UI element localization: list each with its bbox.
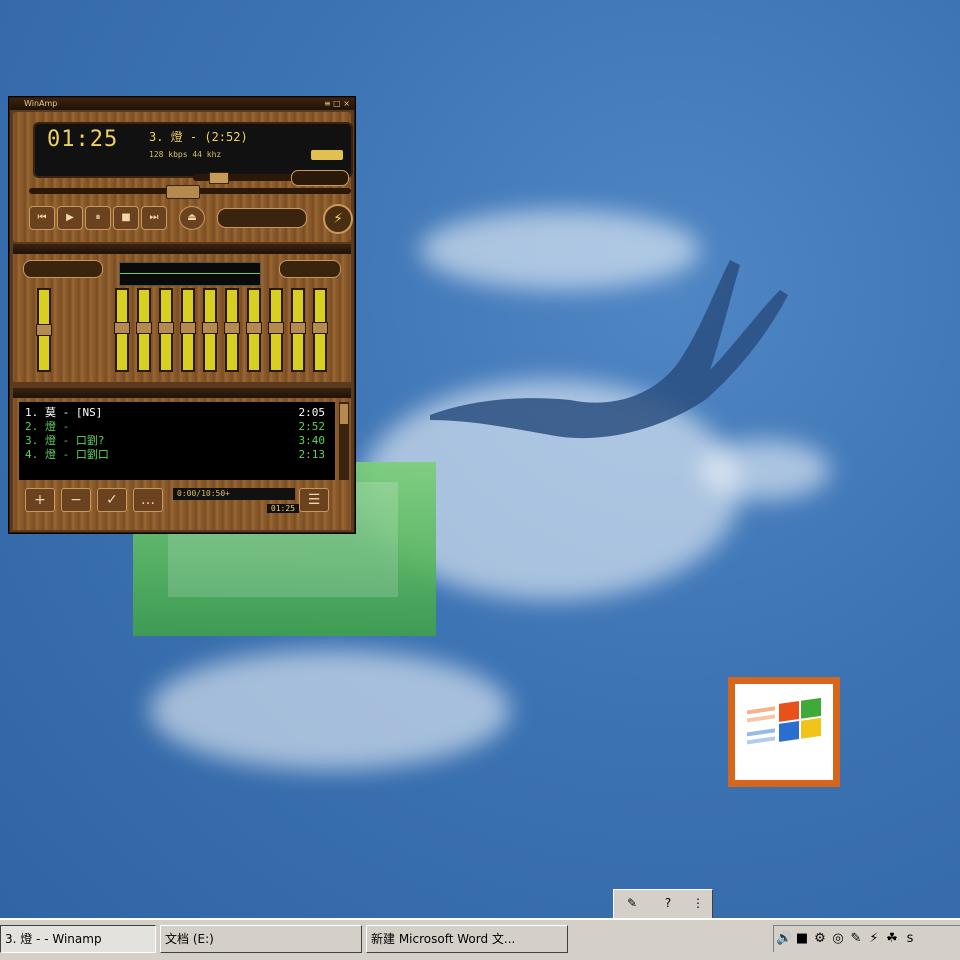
playlist-item-dur: 3:40	[298, 434, 326, 447]
playlist-item-title: 燈 -	[45, 420, 70, 433]
seek-knob[interactable]	[166, 185, 200, 199]
taskbar-button-explorer[interactable]: 文档 (E:)	[160, 925, 362, 953]
eq-band-slider[interactable]	[290, 288, 306, 372]
playlist-item-title: 燈 - 口劉?	[45, 434, 105, 447]
winamp-main-panel: 01:25 3. 燈 - (2:52) 128 kbps 44 khz ⏮ ▶ …	[13, 112, 353, 242]
tray-icon[interactable]: ⚡	[866, 926, 882, 952]
taskbar-button-winamp[interactable]: 3. 燈 - - Winamp	[0, 925, 156, 953]
stop-button[interactable]: ■	[113, 206, 139, 230]
bitrate-info: 128 kbps 44 khz	[149, 150, 222, 159]
pause-button[interactable]: ⏸	[85, 206, 111, 230]
playlist-item-dur: 2:13	[298, 448, 326, 461]
window-controls-icon[interactable]: ≡ □ ×	[324, 98, 350, 110]
add-button[interactable]: +	[25, 488, 55, 512]
playlist-item-num: 4.	[25, 448, 39, 461]
playlist-item[interactable]: 1. 莫 - [NS] 2:05	[25, 406, 325, 419]
select-button[interactable]: ✓	[97, 488, 127, 512]
help-icon[interactable]: ?	[658, 894, 678, 912]
lightning-icon[interactable]: ⚡	[323, 204, 353, 234]
tray-icon[interactable]: 🔊	[776, 926, 792, 952]
playlist-item[interactable]: 2. 燈 - 2:52	[25, 420, 325, 433]
eq-band-slider[interactable]	[246, 288, 262, 372]
play-button[interactable]: ▶	[57, 206, 83, 230]
tray-icon[interactable]: ⚙	[812, 926, 828, 952]
equalizer-panel	[13, 244, 351, 382]
eq-band-slider[interactable]	[268, 288, 284, 372]
playlist-item[interactable]: 3. 燈 - 口劉? 3:40	[25, 434, 325, 447]
options-icon[interactable]: ⋮	[688, 894, 708, 912]
eject-button[interactable]: ⏏	[179, 206, 205, 230]
eq-band-slider[interactable]	[158, 288, 174, 372]
equalizer-titlebar[interactable]	[13, 244, 351, 254]
playlist-titlebar[interactable]	[13, 388, 351, 398]
cloud	[150, 650, 510, 770]
pen-icon[interactable]: ✎	[622, 894, 642, 912]
list-options-button[interactable]: ☰	[299, 488, 329, 512]
mini-time: 01:25	[266, 504, 299, 513]
playlist-item[interactable]: 4. 燈 - 口劉口 2:13	[25, 448, 325, 461]
eq-band-slider[interactable]	[114, 288, 130, 372]
taskbar: 3. 燈 - - Winamp 文档 (E:) 新建 Microsoft Wor…	[0, 918, 960, 960]
winamp-window[interactable]: WinAmp ≡ □ × 01:25 3. 燈 - (2:52) 128 kbp…	[9, 97, 355, 533]
playlist-item-title: 莫 - [NS]	[45, 406, 103, 419]
volume-slider[interactable]	[193, 172, 303, 184]
swimmer-silhouette	[430, 260, 788, 439]
eq-band-slider[interactable]	[224, 288, 240, 372]
playlist-item-title: 燈 - 口劉口	[45, 448, 109, 461]
eq-band-slider[interactable]	[136, 288, 152, 372]
system-tray[interactable]: 🔊 ■ ⚙ ◎ ✎ ⚡ ☘ s	[773, 925, 960, 952]
eq-playlist-toggle[interactable]	[291, 170, 349, 186]
tray-icon[interactable]: ■	[794, 926, 810, 952]
tray-icon[interactable]: ✎	[848, 926, 864, 952]
eq-band-slider[interactable]	[202, 288, 218, 372]
eq-graph	[119, 262, 261, 286]
previous-button[interactable]: ⏮	[29, 206, 55, 230]
taskbar-button-word[interactable]: 新建 Microsoft Word 文...	[366, 925, 568, 953]
winamp-titlebar[interactable]: WinAmp ≡ □ ×	[10, 98, 354, 110]
playlist-item-dur: 2:52	[298, 420, 326, 433]
tray-icon[interactable]: ☘	[884, 926, 900, 952]
eq-presets-button[interactable]	[279, 260, 341, 278]
mini-controls[interactable]: 01:25	[179, 504, 299, 516]
playlist-item-num: 1.	[25, 406, 39, 419]
eq-on-auto-toggle[interactable]	[23, 260, 103, 278]
playlist-panel: 1. 莫 - [NS] 2:05 2. 燈 - 2:52 3. 燈 - 口劉? 3:40 4. 燈 …	[13, 388, 351, 530]
preamp-slider[interactable]	[36, 288, 52, 372]
stereo-indicator	[311, 150, 343, 160]
tray-icon[interactable]: s	[902, 926, 918, 952]
language-bar[interactable]: ✎ ? ⋮	[613, 889, 713, 919]
tray-icon[interactable]: ◎	[830, 926, 846, 952]
remove-button[interactable]: −	[61, 488, 91, 512]
song-title: 3. 燈 - (2:52)	[149, 130, 248, 144]
playlist-item-num: 2.	[25, 420, 39, 433]
next-button[interactable]: ⏭	[141, 206, 167, 230]
playlist-info: 0:00/10:50+	[173, 488, 295, 500]
windows-logo-icon[interactable]	[728, 677, 840, 787]
eq-band-slider[interactable]	[180, 288, 196, 372]
play-time[interactable]: 01:25	[47, 127, 118, 152]
winamp-title: WinAmp	[24, 99, 58, 108]
playlist-item-dur: 2:05	[298, 406, 326, 419]
eq-band-slider[interactable]	[312, 288, 328, 372]
playlist-item-num: 3.	[25, 434, 39, 447]
seek-bar[interactable]	[29, 185, 351, 199]
playlist[interactable]: 1. 莫 - [NS] 2:05 2. 燈 - 2:52 3. 燈 - 口劉? 3:40 4. 燈 …	[19, 402, 335, 480]
shuffle-repeat-toggle[interactable]	[217, 208, 307, 228]
playlist-scrollbar[interactable]	[339, 402, 349, 480]
misc-button[interactable]: …	[133, 488, 163, 512]
